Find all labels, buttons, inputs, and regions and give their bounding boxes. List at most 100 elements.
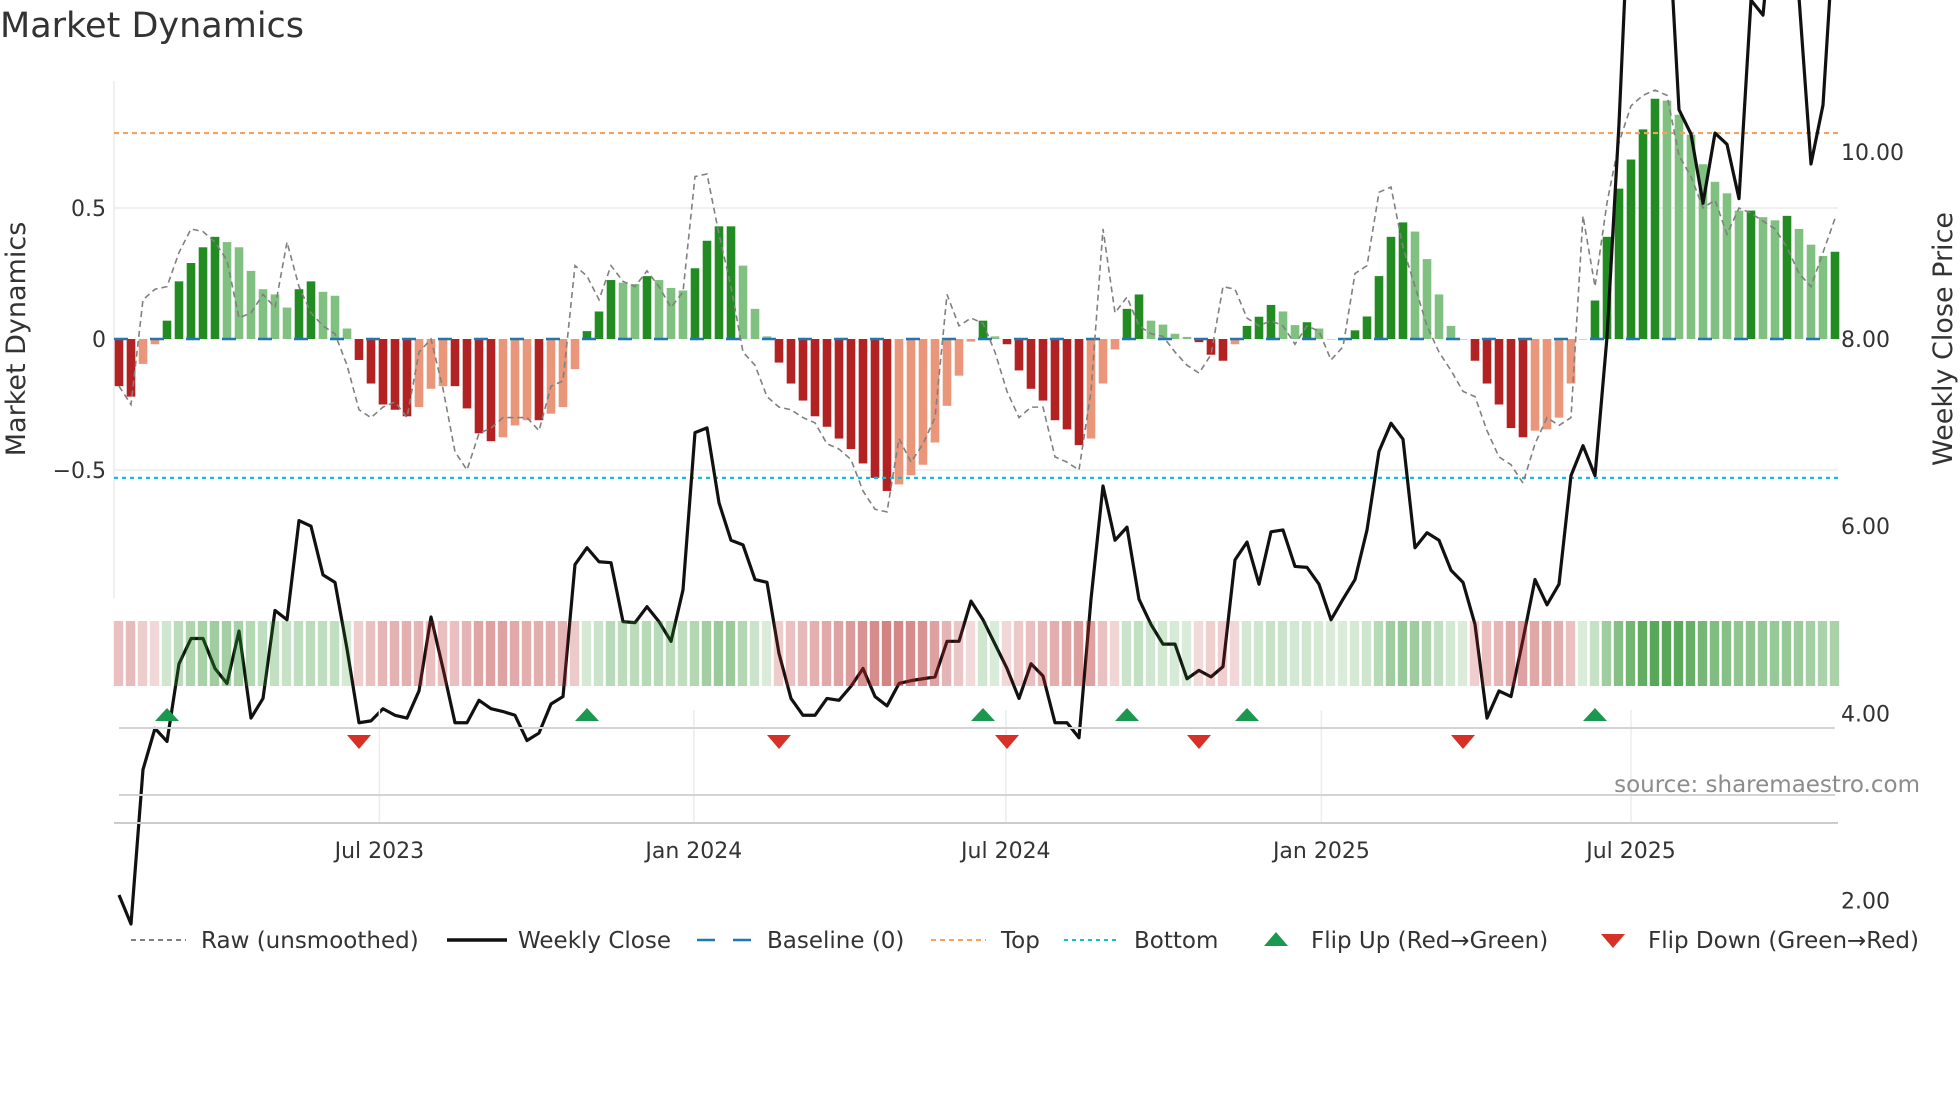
dynamics-bar [1686,134,1696,339]
dynamics-bar [798,339,808,401]
dynamics-bar [1710,181,1720,339]
legend-label: Bottom [1134,928,1218,954]
heat-strip-cell [701,621,712,686]
dynamics-bar [234,247,244,339]
dynamics-bar [834,339,844,439]
heat-strip-cell [557,621,568,686]
heat-strip-cell [113,621,124,686]
dynamics-bar [570,339,580,370]
flip-down-marker [1187,735,1211,749]
dynamics-bar [606,280,616,339]
dynamics-bar [1386,236,1396,339]
heat-strip-cell [761,621,772,686]
heat-strip-cell [1625,621,1636,686]
heat-strip-cell [953,621,964,686]
heat-strip-cell [977,621,988,686]
flip-up-marker [1235,708,1259,721]
dynamics-bar [1362,316,1372,339]
dynamics-bar [918,339,928,465]
heat-strip-cell [1649,621,1660,686]
dynamics-bar [1398,222,1408,339]
heat-strip-cell [593,621,604,686]
flip-up-marker [971,708,995,721]
heat-strip-cell [1169,621,1180,686]
heat-strip-cell [1781,621,1792,686]
dynamics-bar [750,308,760,339]
dynamics-bar [810,339,820,417]
heat-strip-cell [737,621,748,686]
dynamics-bar [966,339,976,342]
y2-tick-label: 8.00 [1841,328,1890,353]
dynamics-bar [1002,339,1012,345]
heat-strip-cell [857,621,868,686]
dynamics-bar [654,280,664,339]
heat-strip-cell [1529,621,1540,686]
heat-strip-cell [221,621,232,686]
dynamics-bar [786,339,796,384]
heat-strip-cell [581,621,592,686]
flip-down-marker [1451,735,1475,749]
dynamics-bar [630,283,640,339]
heat-strip-cell [125,621,136,686]
dynamics-bar [642,276,652,339]
dynamics-bar [1182,336,1192,339]
dynamics-bar [714,226,724,339]
y-tick-label: 0.5 [71,197,106,222]
x-tick-label: Jul 2025 [1584,839,1676,864]
dynamics-bar [666,287,676,339]
heat-strip-cell [1265,621,1276,686]
dynamics-bar [1614,188,1624,339]
weekly-close-line [117,0,1832,926]
heat-strip-cell [533,621,544,686]
heat-strip-cell [1613,621,1624,686]
heat-strip-cell [1829,621,1840,686]
dynamics-bar [1554,339,1564,418]
dynamics-bar [546,339,556,414]
dynamics-bar [1506,339,1516,429]
heat-strip-cell [797,621,808,686]
dynamics-bar [1326,339,1336,340]
heat-strip-cell [1181,621,1192,686]
flip-down-marker [995,735,1019,749]
heat-strip-cell [1541,621,1552,686]
heat-strip-cell [1601,621,1612,686]
heat-strip-cell [1661,621,1672,686]
dynamics-bar [1494,339,1504,405]
heat-strip-cell [245,621,256,686]
dynamics-bar [390,339,400,410]
heat-strip-cell [1241,621,1252,686]
heat-strip-cell [1001,621,1012,686]
heat-strip-cell [1349,621,1360,686]
dynamics-bar [1434,294,1444,339]
heat-strip-cell [665,621,676,686]
dynamics-bar [846,339,856,450]
heat-strip-cell [1337,621,1348,686]
heat-strip-cell [365,621,376,686]
dynamics-bar [210,236,220,339]
dynamics-bar [306,281,316,339]
heat-strip-cell [1289,621,1300,686]
heat-strip-cell [1733,621,1744,686]
heat-strip-cell [1145,621,1156,686]
dynamics-bar [534,339,544,421]
dynamics-bar [1734,210,1744,339]
dynamics-bar [942,339,952,406]
heat-strip-cell [197,621,208,686]
heat-strip-cell [1121,621,1132,686]
heat-strip-cell [1709,621,1720,686]
heat-strip-cell [1229,621,1240,686]
heat-strip-cell [629,621,640,686]
dynamics-bar [402,339,412,417]
heat-strip-cell [1493,621,1504,686]
heat-strip-cell [725,621,736,686]
x-tick-label: Jul 2024 [959,839,1051,864]
legend-label: Raw (unsmoothed) [201,928,419,954]
dynamics-bar [594,311,604,339]
heat-strip-cell [1277,621,1288,686]
heat-strip-cell [149,621,160,686]
dynamics-bar [1638,129,1648,339]
heat-strip-cell [1685,621,1696,686]
dynamics-bar [1098,339,1108,384]
heat-strip-cell [929,621,940,686]
y-axis-label: Market Dynamics [1,222,32,457]
